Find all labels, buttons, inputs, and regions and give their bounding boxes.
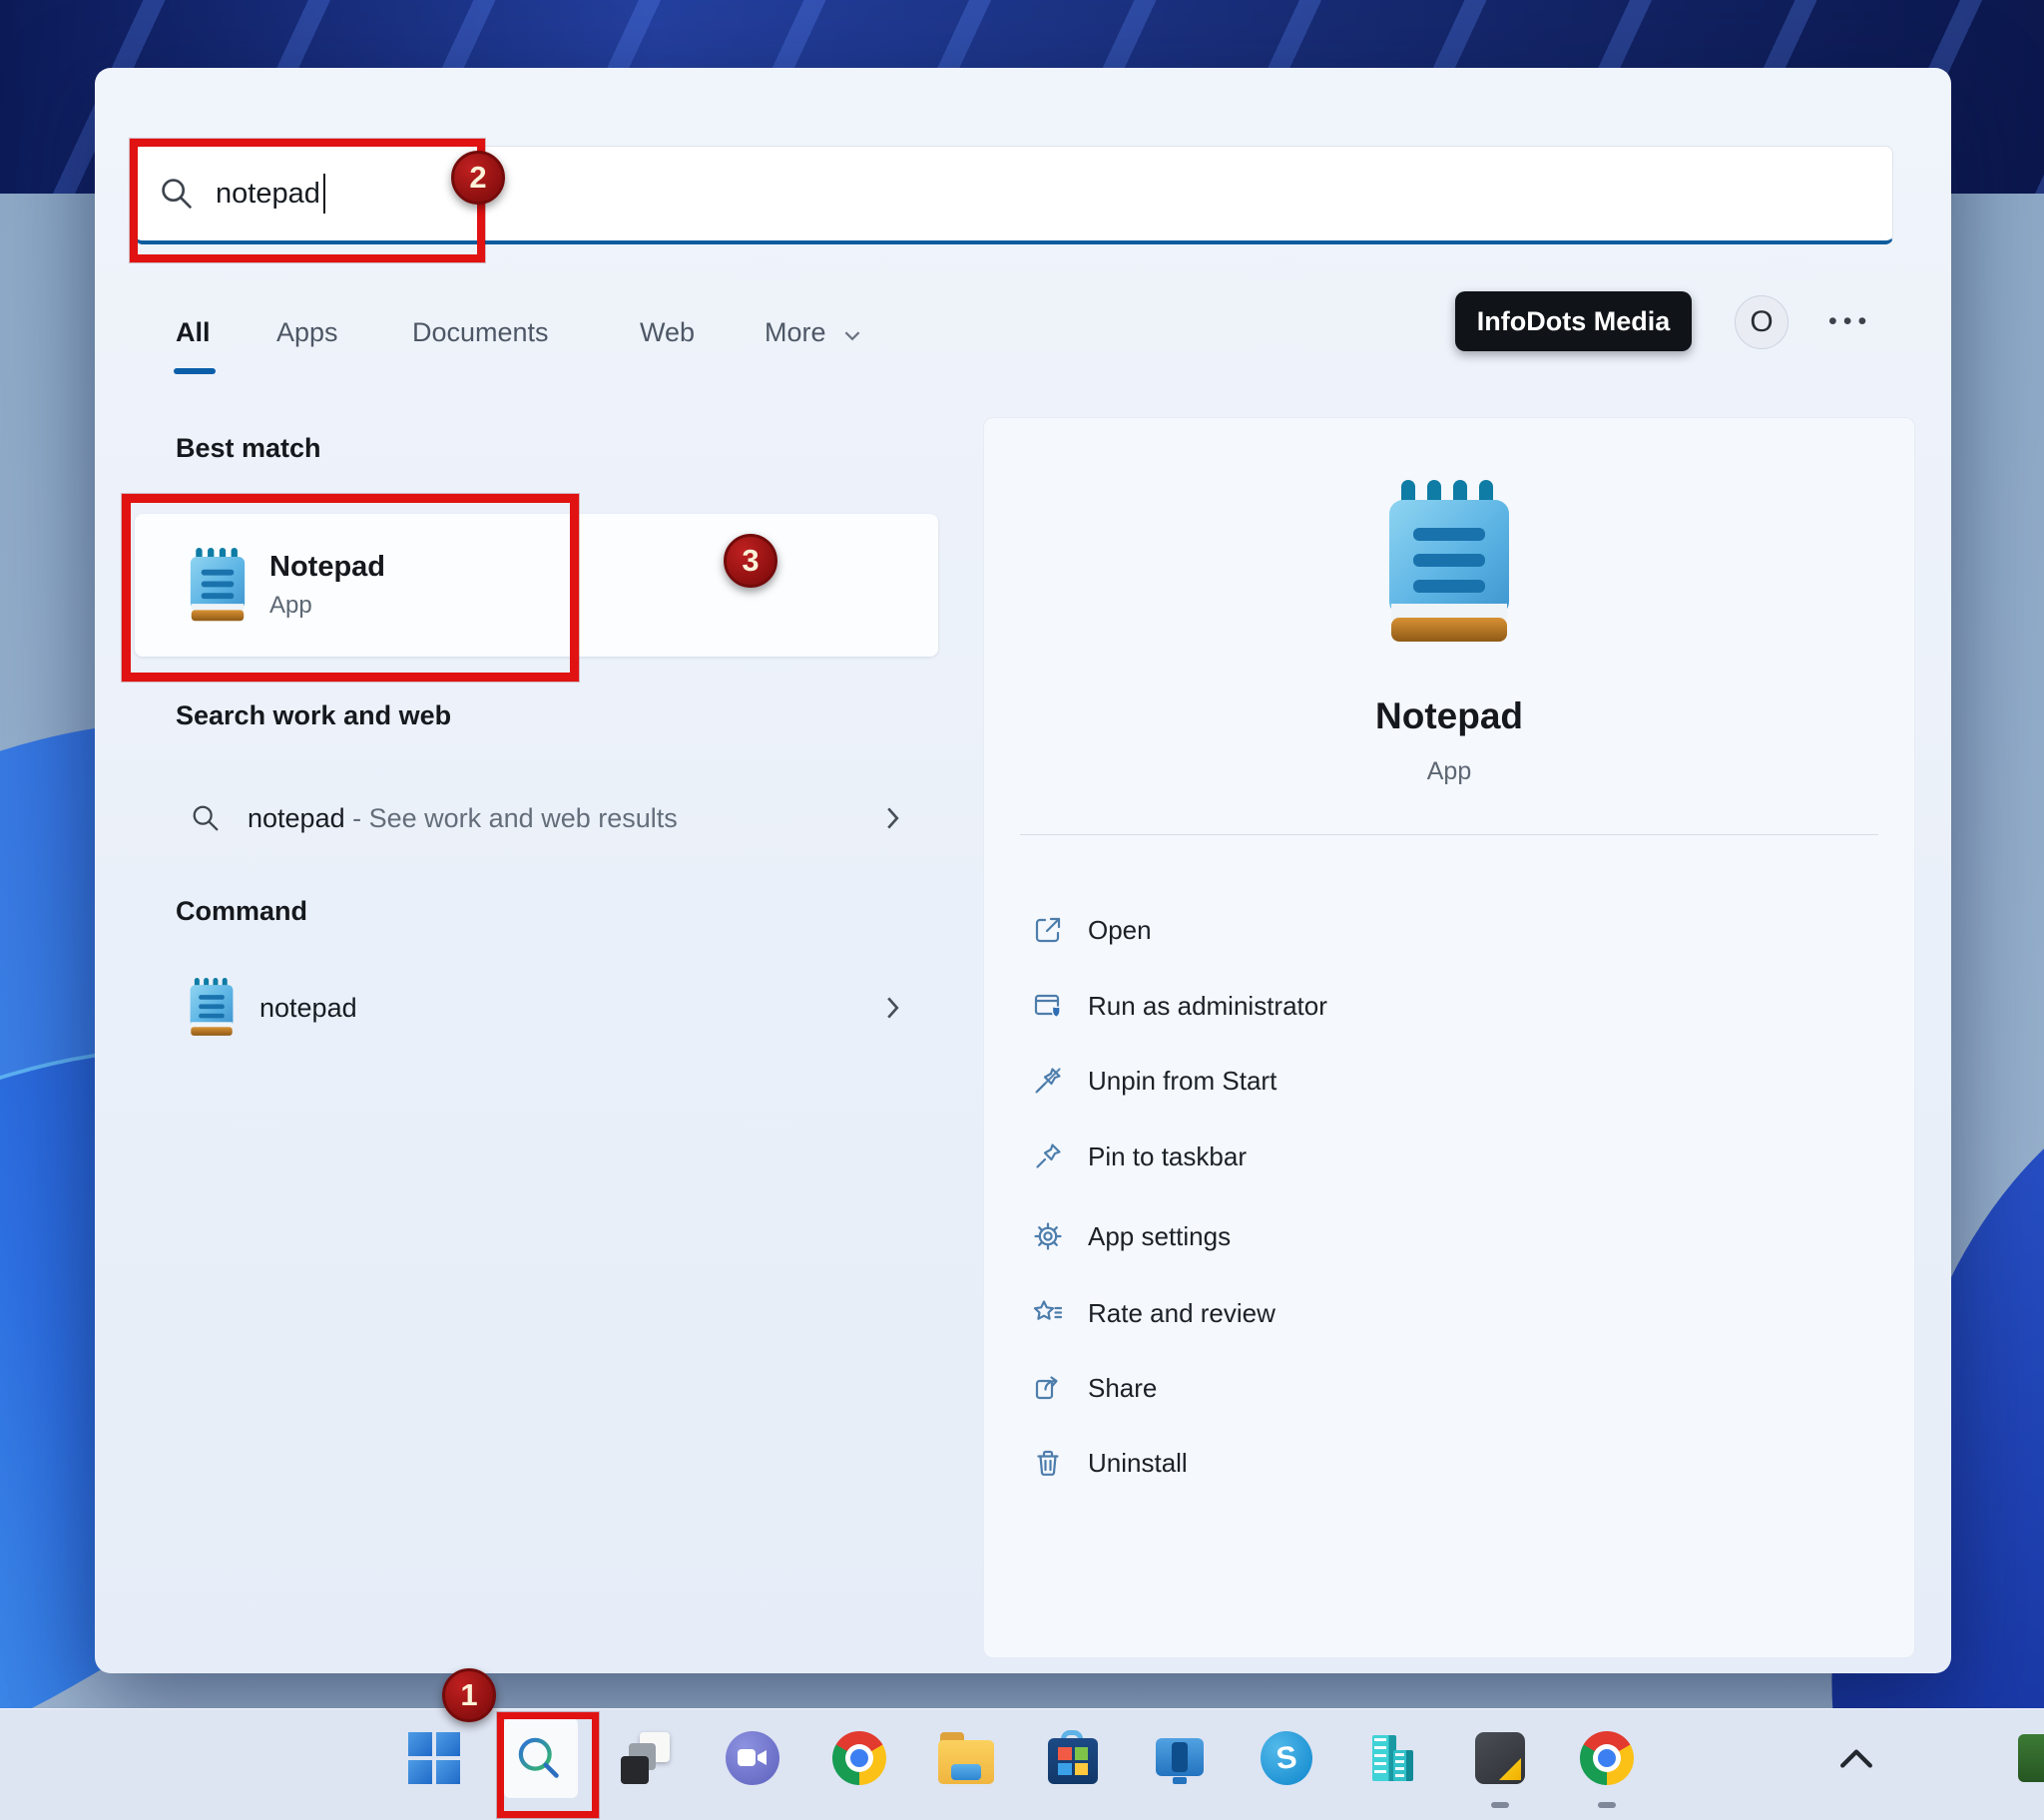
screen: notepad All Apps Documents Web More Info… (0, 0, 2044, 1820)
annotation-box-best-match (122, 494, 579, 682)
share-icon (1035, 1376, 1058, 1400)
best-match-header: Best match (176, 433, 321, 463)
search-flyout-window: notepad All Apps Documents Web More Info… (95, 68, 1951, 1673)
trash-icon (1037, 1450, 1059, 1476)
open-icon (1035, 917, 1061, 943)
more-options-icon[interactable]: ••• (1828, 307, 1872, 336)
store-button[interactable] (1045, 1730, 1101, 1786)
tab-more-label: More (765, 317, 826, 347)
file-explorer-icon (938, 1732, 994, 1784)
web-search-hint: - See work and web results (344, 802, 678, 833)
tab-more[interactable]: More (765, 317, 861, 348)
annotation-step-3: 3 (724, 534, 777, 588)
chat-button[interactable] (725, 1730, 780, 1786)
store-icon (1048, 1730, 1098, 1784)
server-blocks-icon (1366, 1735, 1420, 1785)
tab-web[interactable]: Web (640, 317, 695, 348)
action-share[interactable]: Share (984, 1357, 1914, 1419)
task-view-icon (620, 1732, 672, 1784)
annotation-step-2: 2 (451, 151, 505, 205)
command-header: Command (176, 896, 308, 926)
action-label: Run as administrator (1088, 990, 1327, 1021)
chrome-button-2[interactable] (1579, 1730, 1635, 1786)
notepad-app-icon-large (1389, 480, 1509, 642)
account-avatar[interactable]: O (1735, 295, 1788, 349)
notebook-app-button[interactable] (1472, 1730, 1528, 1786)
tab-all[interactable]: All (176, 317, 211, 348)
web-search-query: notepad (248, 802, 345, 833)
annotation-box-search-field (130, 139, 485, 262)
action-run-as-administrator[interactable]: Run as administrator (984, 975, 1914, 1037)
action-label: Share (1088, 1372, 1158, 1403)
phone-link-button[interactable] (1152, 1730, 1208, 1786)
divider (1020, 834, 1878, 835)
action-label: Uninstall (1088, 1447, 1188, 1478)
unpin-icon (1035, 1068, 1061, 1094)
chat-icon (726, 1731, 779, 1785)
chevron-right-icon (887, 997, 899, 1019)
action-label: Open (1088, 914, 1152, 945)
file-explorer-button[interactable] (938, 1730, 994, 1786)
tray-hidden-app-icon[interactable] (2018, 1734, 2044, 1782)
running-indicator (1491, 1802, 1509, 1808)
preview-pane: Notepad App Open Run as administrator Un… (983, 417, 1915, 1658)
notepad-app-icon (190, 978, 234, 1036)
gear-icon (1034, 1222, 1062, 1250)
tab-apps[interactable]: Apps (276, 317, 338, 348)
brand-watermark-badge: InfoDots Media (1455, 291, 1692, 351)
pin-icon (1036, 1143, 1061, 1168)
chrome-button[interactable] (831, 1730, 887, 1786)
skype-icon: S (1258, 1728, 1315, 1788)
chrome-icon (1580, 1731, 1634, 1785)
command-result[interactable]: notepad (135, 968, 938, 1048)
chevron-right-icon (887, 807, 899, 829)
action-pin-to-taskbar[interactable]: Pin to taskbar (984, 1126, 1914, 1187)
tab-documents[interactable]: Documents (412, 317, 549, 348)
action-rate-and-review[interactable]: Rate and review (984, 1282, 1914, 1344)
action-app-settings[interactable]: App settings (984, 1205, 1914, 1267)
windows-logo-icon (408, 1732, 460, 1784)
notebook-icon (1475, 1732, 1525, 1784)
chrome-icon (832, 1731, 886, 1785)
tray-chevron-button[interactable] (1828, 1730, 1884, 1786)
star-rate-icon (1033, 1300, 1063, 1320)
action-open[interactable]: Open (984, 899, 1914, 961)
server-app-button[interactable] (1365, 1730, 1421, 1786)
phone-link-icon (1153, 1738, 1207, 1784)
chevron-down-icon (844, 331, 860, 341)
action-label: Pin to taskbar (1088, 1140, 1247, 1171)
chevron-up-icon (1840, 1749, 1872, 1768)
action-label: App settings (1088, 1220, 1232, 1251)
preview-title: Notepad (1375, 695, 1523, 736)
annotation-step-1: 1 (442, 1668, 496, 1722)
running-indicator (1598, 1802, 1616, 1808)
action-unpin-from-start[interactable]: Unpin from Start (984, 1050, 1914, 1112)
admin-shield-icon (1034, 994, 1061, 1019)
web-search-result[interactable]: notepad - See work and web results (135, 778, 938, 858)
web-search-header: Search work and web (176, 700, 452, 730)
action-label: Rate and review (1088, 1297, 1276, 1328)
taskbar (0, 1708, 2044, 1820)
start-button[interactable] (406, 1730, 462, 1786)
action-label: Unpin from Start (1088, 1065, 1278, 1096)
action-uninstall[interactable]: Uninstall (984, 1432, 1914, 1494)
preview-subtitle: App (1426, 757, 1472, 785)
search-icon (193, 805, 219, 831)
active-tab-underline (174, 368, 216, 374)
command-label: notepad (259, 992, 357, 1023)
task-view-button[interactable] (618, 1730, 674, 1786)
skype-button[interactable]: S (1258, 1728, 1315, 1788)
annotation-box-taskbar-search (497, 1712, 599, 1818)
